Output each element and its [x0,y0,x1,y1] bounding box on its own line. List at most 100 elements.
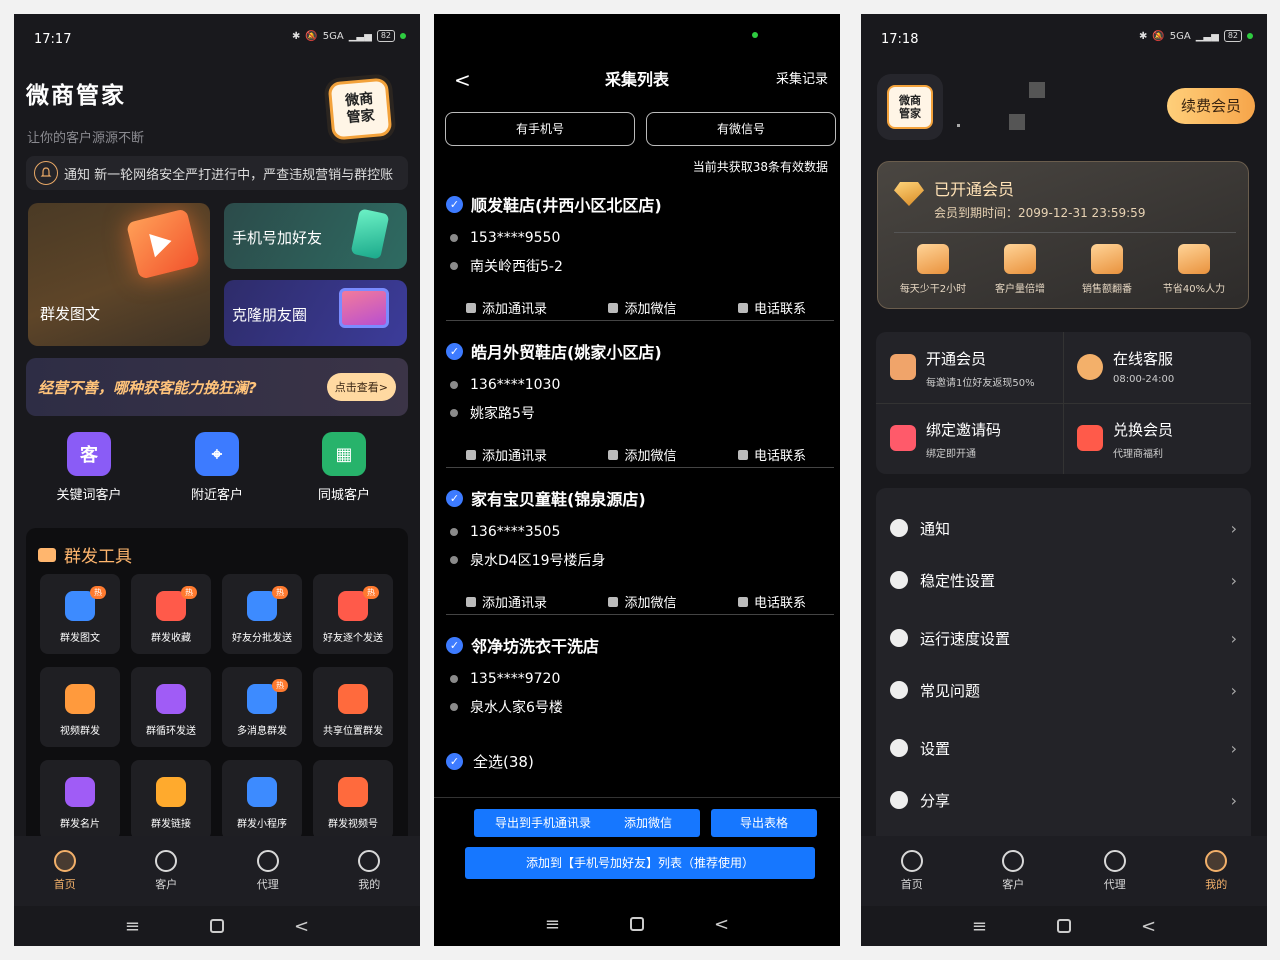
nearby-customers-button[interactable]: ⌖ 附近客户 [162,432,272,503]
list-item[interactable]: ✓ 邻净坊洗衣干洗店 135****9720 泉水人家6号楼 [446,633,834,717]
tool-tile[interactable]: 群循环发送 [131,667,211,747]
add-contact-button[interactable]: 添加通讯录 [466,298,547,317]
tool-tile[interactable]: 视频群发 [40,667,120,747]
collect-list-screen: < 采集列表 采集记录 有手机号 有微信号 当前共获取38条有效数据 ✓ 顺发鞋店… [434,14,840,946]
tool-tile[interactable]: 热好友分批发送 [222,574,302,654]
menu-stability[interactable]: 稳定性设置 › [876,560,1251,600]
select-all[interactable]: ✓ 全选(38) [446,751,534,772]
home-square-icon[interactable] [210,919,224,933]
list-item[interactable]: ✓ 皓月外贸鞋店(姚家小区店) 136****1030 姚家路5号 添加通讯录 添加微信 电… [446,339,834,464]
tab-mine[interactable]: 我的 [319,836,421,906]
notice-bar[interactable]: 通知 新一轮网络安全严打进行中，严查违规营销与群控账 [26,156,408,190]
location-pin-icon [450,409,458,417]
menu-icon[interactable]: ≡ [125,916,140,937]
gauge-icon [890,629,908,647]
add-wechat-item-button[interactable]: 添加微信 [608,445,677,464]
menu-icon[interactable]: ≡ [972,916,987,937]
tab-customers[interactable]: 客户 [963,836,1065,906]
tool-tile[interactable]: 热群发收藏 [131,574,211,654]
tool-tile[interactable]: 群发名片 [40,760,120,840]
clone-moments-card[interactable]: 克隆朋友圈 [224,280,407,346]
list-item[interactable]: ✓ 顺发鞋店(井西小区北区店) 153****9550 南关岭西街5-2 添加通讯录 添加… [446,192,834,317]
menu-faq[interactable]: 常见问题 › [876,670,1251,710]
tab-customers[interactable]: 客户 [116,836,218,906]
vip-card: 已开通会员 会员到期时间：2099-12-31 23:59:59 每天少干2小时… [877,161,1249,309]
phone-add-label: 手机号加好友 [232,229,323,247]
phone-call-icon [737,449,748,460]
add-wechat-button[interactable]: 添加微信 [596,809,700,837]
check-icon[interactable]: ✓ [446,342,463,360]
add-wechat-item-button[interactable]: 添加微信 [608,592,677,611]
check-icon[interactable]: ✓ [446,489,463,507]
action-label: 添加微信 [624,449,677,464]
status-time: 17:17 [34,32,72,47]
redeem-membership-button[interactable]: 兑换会员 代理商福利 [1063,403,1250,474]
check-icon[interactable]: ✓ [446,636,463,654]
shop-name-row: ✓ 皓月外贸鞋店(姚家小区店) [446,339,834,363]
collect-record-link[interactable]: 采集记录 [776,68,828,87]
add-contact-button[interactable]: 添加通讯录 [466,592,547,611]
tab-label: 我的 [358,878,381,891]
location-pin-icon [450,556,458,564]
tool-tile[interactable]: 群发视频号 [313,760,393,840]
export-table-button[interactable]: 导出表格 [711,809,817,837]
tool-tile[interactable]: 共享位置群发 [313,667,393,747]
renew-membership-button[interactable]: 续费会员 [1167,88,1255,124]
action-label: 电话联系 [753,302,806,317]
mass-post-card[interactable]: 群发图文 [28,203,210,346]
menu-settings[interactable]: 设置 › [876,728,1251,768]
tool-label: 群发图文 [60,633,100,644]
home-square-icon[interactable] [630,917,644,931]
call-button[interactable]: 电话联系 [737,445,806,464]
tool-tile[interactable]: 群发小程序 [222,760,302,840]
back-icon[interactable]: < [1141,916,1156,937]
home-square-icon[interactable] [1057,919,1071,933]
perk-label: 客户量倍增 [995,284,1045,295]
filter-has-phone[interactable]: 有手机号 [445,112,635,146]
signal-label: 5GA [322,30,344,42]
tool-tile[interactable]: 热多消息群发 [222,667,302,747]
chevron-right-icon: › [1230,790,1237,810]
bind-invite-code-button[interactable]: 绑定邀请码 绑定即开通 [876,403,1063,474]
back-icon[interactable]: < [714,914,729,935]
keyword-customers-button[interactable]: 客 关键词客户 [34,432,144,503]
divider [434,797,840,798]
back-icon[interactable]: < [294,916,309,937]
list-item[interactable]: ✓ 家有宝贝童鞋(锦泉源店) 136****3505 泉水D4区19号楼后身 添加通讯录… [446,486,834,611]
perk-item: 销售额翻番 [1064,244,1150,295]
check-icon[interactable]: ✓ [446,195,463,213]
divider [446,467,834,468]
menu-notice[interactable]: 通知 › [876,508,1251,548]
filter-has-wechat[interactable]: 有微信号 [646,112,836,146]
city-customers-button[interactable]: ▦ 同城客户 [289,432,399,503]
export-contacts-button[interactable]: 导出到手机通讯录 [474,809,612,837]
call-button[interactable]: 电话联系 [737,592,806,611]
person-icon [155,850,178,872]
tab-mine[interactable]: 我的 [1166,836,1268,906]
tool-label: 好友逐个发送 [323,633,383,644]
avatar[interactable]: 微商 管家 [877,74,943,140]
tool-tile[interactable]: 热好友逐个发送 [313,574,393,654]
promo-banner[interactable]: 经营不善，哪种获客能力挽狂澜? 点击查看> [26,358,408,416]
add-to-phone-friends-button[interactable]: 添加到【手机号加好友】列表（推荐使用） [465,847,815,879]
wechat-icon [608,596,619,607]
phone-add-card[interactable]: 手机号加好友 [224,203,407,269]
open-membership-button[interactable]: 开通会员 每邀请1位好友返现50% [876,332,1063,403]
tool-tile[interactable]: 群发链接 [131,760,211,840]
phone-row: 136****1030 [450,377,834,393]
menu-icon[interactable]: ≡ [545,914,560,935]
banner-button[interactable]: 点击查看> [326,373,396,401]
online-support-button[interactable]: 在线客服 08:00-24:00 [1063,332,1250,403]
tool-tile[interactable]: 热群发图文 [40,574,120,654]
tab-home[interactable]: 首页 [861,836,963,906]
tab-agent[interactable]: 代理 [217,836,319,906]
menu-share[interactable]: 分享 › [876,780,1251,820]
add-wechat-item-button[interactable]: 添加微信 [608,298,677,317]
tab-home[interactable]: 首页 [14,836,116,906]
shop-name: 皓月外贸鞋店(姚家小区店) [471,343,662,362]
tab-agent[interactable]: 代理 [1064,836,1166,906]
call-button[interactable]: 电话联系 [737,298,806,317]
add-contact-button[interactable]: 添加通讯录 [466,445,547,464]
menu-speed[interactable]: 运行速度设置 › [876,618,1251,658]
bluetooth-icon: ✱ [291,30,301,42]
